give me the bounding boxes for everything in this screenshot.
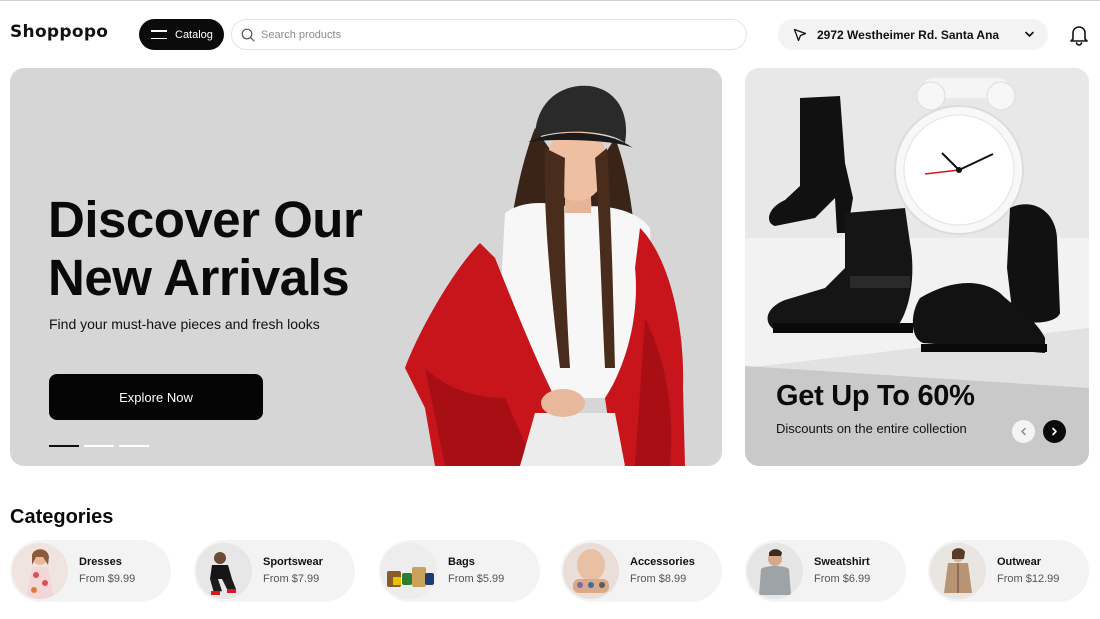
category-dresses-image [12,543,68,599]
hero-subtitle: Find your must-have pieces and fresh loo… [49,316,320,332]
hero-title-line-1: Discover Our [48,191,363,248]
category-sweatshirt-image [747,543,803,599]
carousel-dot-3[interactable] [119,445,149,447]
category-price: From $12.99 [997,573,1060,585]
category-name: Bags [448,556,475,568]
category-price: From $8.99 [630,573,687,585]
category-name: Outwear [997,556,1042,568]
categories-heading: Categories [10,506,114,528]
category-name: Sportswear [263,556,323,568]
category-name: Dresses [79,556,122,568]
search-input[interactable] [261,28,721,41]
category-name: Sweatshirt [814,556,870,568]
hero-model-image [405,85,685,466]
category-accessories[interactable]: Accessories From $8.99 [561,540,722,602]
menu-icon [151,30,167,39]
promo-banner[interactable]: Get Up To 60% Discounts on the entire co… [745,68,1089,466]
category-sweatshirt[interactable]: Sweatshirt From $6.99 [745,540,906,602]
promo-title: Get Up To 60% [776,380,975,412]
bell-icon[interactable] [1069,24,1089,46]
carousel-dot-2[interactable] [84,445,114,447]
location-address: 2972 Westheimer Rd. Santa Ana [817,27,1000,42]
promo-prev-button[interactable] [1012,420,1035,443]
hero-title-line-2: New Arrivals [48,249,350,306]
category-name: Accessories [630,556,695,568]
promo-subtitle: Discounts on the entire collection [776,421,967,436]
promo-next-button[interactable] [1043,420,1066,443]
chevron-down-icon [1025,31,1034,37]
category-price: From $7.99 [263,573,320,585]
top-divider [0,0,1100,1]
chevron-right-icon [1052,427,1057,436]
logo[interactable]: Shoppopo [10,22,108,42]
search-bar[interactable] [231,19,747,50]
category-dresses[interactable]: Dresses From $9.99 [10,540,171,602]
catalog-label: Catalog [175,28,213,41]
category-outwear-image [930,543,986,599]
category-price: From $9.99 [79,573,136,585]
category-sportswear[interactable]: Sportswear From $7.99 [194,540,355,602]
hero-title: Discover Our New Arrivals [48,191,363,307]
categories-list: Dresses From $9.99 Sportswear From $7.99… [10,540,1090,602]
category-price: From $5.99 [448,573,505,585]
category-bags[interactable]: Bags From $5.99 [379,540,540,602]
category-accessories-image [563,543,619,599]
search-icon [241,28,255,42]
category-bags-image [381,543,437,599]
category-outwear[interactable]: Outwear From $12.99 [928,540,1089,602]
explore-now-button[interactable]: Explore Now [49,374,263,420]
location-selector[interactable]: 2972 Westheimer Rd. Santa Ana [778,19,1048,50]
navigation-arrow-icon [793,28,807,41]
hero-banner[interactable]: Discover Our New Arrivals Find your must… [10,68,722,466]
category-price: From $6.99 [814,573,871,585]
chevron-left-icon [1021,427,1026,436]
carousel-indicators [49,445,149,447]
catalog-button[interactable]: Catalog [139,19,224,50]
category-sportswear-image [196,543,252,599]
carousel-dot-1[interactable] [49,445,79,447]
